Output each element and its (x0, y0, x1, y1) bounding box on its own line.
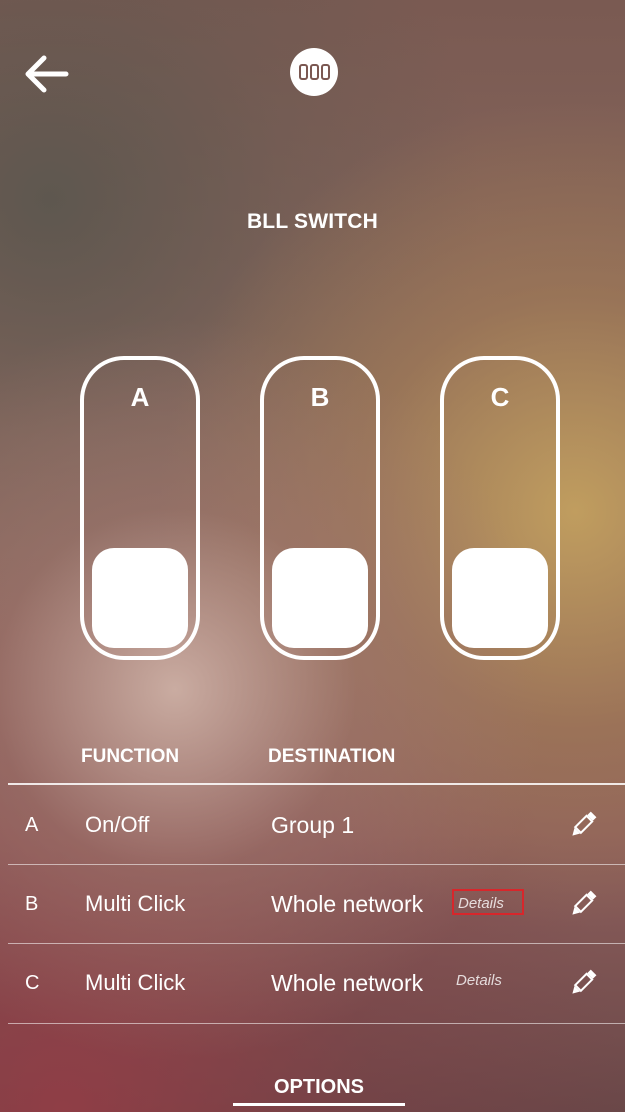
switch-label: C (490, 382, 510, 412)
edit-button[interactable] (566, 966, 600, 1000)
table-row-c[interactable]: C Multi Click Whole network Details (8, 944, 625, 1022)
row-letter: C (25, 972, 40, 994)
divider (8, 1023, 625, 1024)
options-tab[interactable]: OPTIONS (233, 1076, 405, 1099)
arrow-left-icon (25, 55, 69, 93)
details-link[interactable]: Details (452, 968, 524, 994)
row-letter: B (25, 893, 39, 915)
pencil-icon (572, 811, 597, 836)
page-title: BLL SWITCH (246, 210, 379, 233)
switch-b[interactable]: B (260, 356, 380, 660)
switch-label: B (310, 382, 330, 412)
details-link[interactable]: Details (452, 889, 524, 915)
switch-a[interactable]: A (80, 356, 200, 660)
switch-device-icon (290, 48, 338, 96)
row-function: Multi Click (85, 891, 186, 916)
back-button[interactable] (22, 52, 70, 96)
row-destination: Whole network (271, 891, 424, 917)
switch-c[interactable]: C (440, 356, 560, 660)
table-row-a[interactable]: A On/Off Group 1 (8, 786, 625, 864)
divider (8, 783, 625, 785)
row-function: On/Off (85, 812, 150, 837)
edit-button[interactable] (566, 887, 600, 921)
switch-knob (272, 548, 368, 648)
pencil-icon (572, 969, 597, 994)
row-destination: Whole network (271, 970, 424, 996)
options-underline (233, 1103, 405, 1106)
column-header-function: FUNCTION (81, 746, 180, 767)
table-row-b[interactable]: B Multi Click Whole network Details (8, 865, 625, 943)
switch-label: A (130, 382, 150, 412)
row-destination: Group 1 (271, 812, 355, 838)
switch-knob (92, 548, 188, 648)
row-function: Multi Click (85, 970, 186, 995)
switch-knob (452, 548, 548, 648)
row-letter: A (25, 814, 39, 836)
edit-button[interactable] (566, 808, 600, 842)
column-header-destination: DESTINATION (268, 746, 396, 767)
pencil-icon (572, 890, 597, 915)
